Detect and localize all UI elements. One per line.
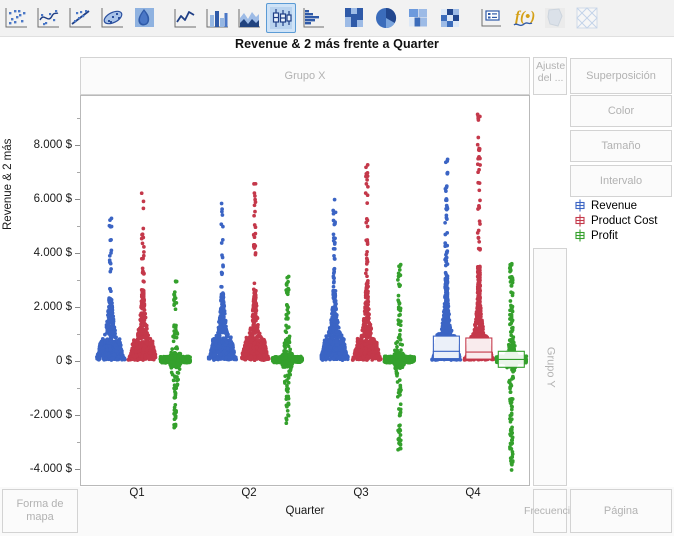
dropzone-pagina[interactable]: Página — [570, 489, 672, 533]
y-axis-tick-label: -4.000 $ — [30, 463, 72, 475]
dropzone-superposicion[interactable]: Superposición — [570, 58, 672, 94]
y-axis-title: Revenue & 2 más — [2, 139, 14, 230]
x-axis-tick-label: Q3 — [353, 487, 368, 499]
chart-title: Revenue & 2 más frente a Quarter — [0, 37, 674, 51]
y-axis-minor-tick — [77, 280, 80, 281]
dropzone-color[interactable]: Color — [570, 95, 672, 127]
y-axis-minor-tick — [77, 442, 80, 443]
x-axis-tick-label: Q1 — [129, 487, 144, 499]
mesh-icon[interactable] — [572, 3, 602, 33]
box-plot-marker-icon — [573, 199, 587, 212]
dropzone-intervalo-label: Intervalo — [600, 175, 642, 188]
caption-box-icon[interactable] — [476, 3, 506, 33]
pie-chart-icon[interactable] — [371, 3, 401, 33]
y-axis-tick-mark — [75, 415, 80, 416]
dropzone-tamano[interactable]: Tamaño — [570, 130, 672, 162]
dropzone-frecuencia[interactable]: Frecuencia — [533, 489, 567, 533]
formula-icon[interactable]: f(•) — [508, 3, 538, 33]
box-plot-marker-icon — [573, 214, 587, 227]
dropzone-grupo-y[interactable]: Grupo Y — [533, 248, 567, 486]
y-axis-tick-mark — [75, 307, 80, 308]
bar-chart-icon[interactable] — [202, 3, 232, 33]
dropzone-grupo-x[interactable]: Grupo X — [80, 57, 530, 95]
dropzone-tamano-label: Tamaño — [601, 140, 640, 153]
y-axis-tick-mark — [75, 469, 80, 470]
y-axis-tick-mark — [75, 145, 80, 146]
dropzone-frecuencia-label: Frecuencia — [524, 505, 576, 517]
toolbar-group-shapes — [169, 2, 329, 34]
y-axis-tick-label: 2.000 $ — [34, 301, 72, 313]
y-axis-tick-mark — [75, 199, 80, 200]
y-axis-tick-mark — [75, 253, 80, 254]
dropzone-grupo-x-label: Grupo X — [285, 70, 326, 83]
y-axis-minor-tick — [77, 118, 80, 119]
y-axis-tick-mark — [75, 361, 80, 362]
area-chart-icon[interactable] — [234, 3, 264, 33]
heatmap-icon[interactable] — [435, 3, 465, 33]
y-axis-tick-label: 6.000 $ — [34, 193, 72, 205]
line-chart-icon[interactable] — [170, 3, 200, 33]
y-axis-tick-label: 4.000 $ — [34, 247, 72, 259]
toolbar-group-annotation: f(•) — [475, 2, 603, 34]
treemap-icon[interactable] — [403, 3, 433, 33]
dropzone-color-label: Color — [608, 105, 634, 118]
toolbar: f(•) — [0, 0, 674, 37]
scatter-points-icon[interactable] — [1, 3, 31, 33]
y-axis-minor-tick — [77, 226, 80, 227]
legend: Revenue Product Cost Profit — [573, 198, 673, 243]
y-axis-tick-label: 0 $ — [56, 355, 72, 367]
legend-item-label: Revenue — [591, 200, 637, 212]
box-plot-icon[interactable] — [266, 3, 296, 33]
ellipse-icon[interactable] — [97, 3, 127, 33]
dropzone-intervalo[interactable]: Intervalo — [570, 165, 672, 197]
legend-item[interactable]: Profit — [573, 228, 673, 243]
legend-item[interactable]: Product Cost — [573, 213, 673, 228]
y-axis-tick-label: -2.000 $ — [30, 409, 72, 421]
x-axis-tick-label: Q2 — [241, 487, 256, 499]
x-axis-tick-label: Q4 — [465, 487, 480, 499]
dropzone-ajuste-del-label: Ajuste del ... — [536, 60, 565, 84]
plot-area[interactable] — [80, 95, 530, 486]
toolbar-group-partition — [338, 2, 466, 34]
dropzone-forma-de-mapa-label: Forma de mapa — [3, 498, 77, 523]
y-axis-minor-tick — [77, 172, 80, 173]
histogram-icon[interactable] — [298, 3, 328, 33]
dropzone-grupo-y-label: Grupo Y — [544, 347, 557, 388]
legend-item-label: Profit — [591, 230, 618, 242]
dropzone-ajuste-del[interactable]: Ajuste del ... — [533, 57, 567, 95]
legend-item-label: Product Cost — [591, 215, 657, 227]
dropzone-pagina-label: Página — [604, 505, 638, 518]
y-axis-tick-label: 8.000 $ — [34, 139, 72, 151]
toolbar-group-points — [0, 2, 160, 34]
contour-icon[interactable] — [129, 3, 159, 33]
smoother-curve-icon[interactable] — [33, 3, 63, 33]
scatter-plot-svg — [81, 96, 529, 485]
x-axis: Q1 Q2 Q3 Q4 — [80, 487, 530, 507]
map-shape-icon[interactable] — [540, 3, 570, 33]
x-axis-title: Quarter — [80, 505, 530, 517]
legend-item[interactable]: Revenue — [573, 198, 673, 213]
mosaic-icon[interactable] — [339, 3, 369, 33]
line-of-fit-icon[interactable] — [65, 3, 95, 33]
box-plot-marker-icon — [573, 229, 587, 242]
dropzone-superposicion-label: Superposición — [586, 70, 656, 83]
y-axis-minor-tick — [77, 388, 80, 389]
y-axis-minor-tick — [77, 334, 80, 335]
dropzone-forma-de-mapa[interactable]: Forma de mapa — [2, 489, 78, 533]
